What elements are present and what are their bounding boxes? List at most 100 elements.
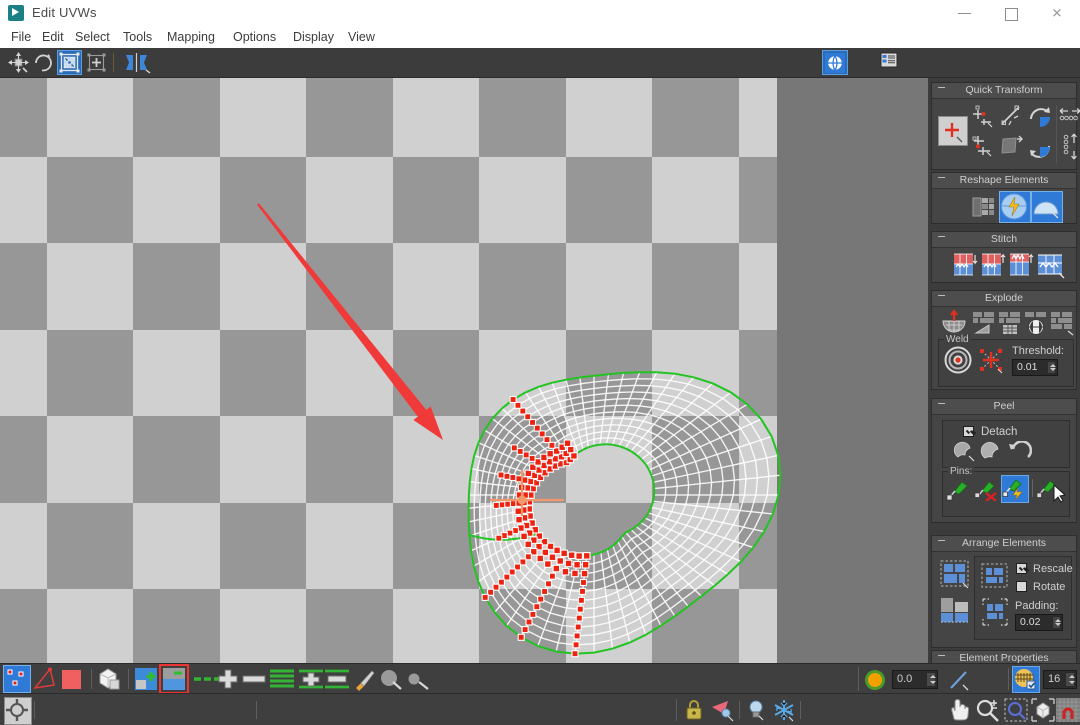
selected-vertex[interactable] — [529, 455, 535, 461]
explode-smoothing-button[interactable] — [1050, 310, 1076, 336]
rotate-ccw-button[interactable] — [1026, 103, 1054, 131]
shrink-selection-button[interactable] — [241, 674, 267, 684]
selected-vertex[interactable] — [582, 562, 589, 569]
falloff-curve-button[interactable] — [948, 668, 972, 692]
explode-poly-button[interactable] — [998, 310, 1022, 336]
soft-selection-color-swatch[interactable] — [864, 669, 886, 691]
selected-vertex[interactable] — [564, 440, 571, 447]
straighten-selection-button[interactable] — [998, 103, 1024, 129]
map-list-button[interactable] — [879, 50, 901, 75]
selected-vertex[interactable] — [576, 615, 582, 621]
pack-normalize-button[interactable] — [939, 558, 971, 590]
selected-vertex[interactable] — [574, 633, 580, 639]
move-to-pivot-button[interactable] — [938, 116, 968, 146]
ignore-backfacing-button[interactable] — [161, 666, 187, 692]
selected-vertex[interactable] — [574, 562, 581, 569]
selected-vertex[interactable] — [530, 611, 536, 617]
selected-vertex[interactable] — [576, 553, 583, 560]
stitch-target-button[interactable] — [980, 251, 1006, 279]
spinner-icon[interactable] — [1065, 672, 1075, 687]
face-subobject-button[interactable] — [59, 667, 84, 692]
padding-field[interactable]: 0.02 — [1015, 614, 1063, 631]
selected-vertex[interactable] — [525, 541, 532, 548]
mirror-tool-button[interactable] — [122, 50, 152, 75]
transform-gizmo[interactable] — [518, 496, 527, 505]
pin-tool-button[interactable] — [1037, 477, 1067, 503]
rotate-tool-button[interactable] — [31, 50, 56, 75]
target-weld-button[interactable] — [943, 345, 973, 375]
selected-vertex[interactable] — [520, 408, 526, 414]
grid-toggle-button[interactable] — [1013, 667, 1039, 692]
stitch-align-button[interactable] — [1008, 251, 1034, 279]
edge-subobject-button[interactable] — [32, 666, 58, 692]
pan-view-button[interactable] — [946, 697, 972, 723]
selected-vertex[interactable] — [521, 533, 528, 540]
selected-vertex[interactable] — [498, 472, 504, 478]
zoom-view-button[interactable] — [975, 697, 1001, 723]
select-element-button[interactable] — [133, 666, 159, 692]
relax-until-flat-button[interactable] — [998, 133, 1024, 159]
selected-vertex[interactable] — [544, 437, 550, 443]
spinner-icon[interactable] — [1052, 616, 1061, 629]
quick-peel-button[interactable] — [980, 441, 1004, 463]
pin-selected-button[interactable] — [946, 477, 970, 501]
peel-mode-button[interactable] — [954, 441, 978, 463]
loop-shrink-button[interactable] — [324, 668, 350, 690]
selected-vertex[interactable] — [584, 553, 591, 560]
selected-vertex[interactable] — [545, 561, 552, 568]
rollout-header-peel[interactable]: Peel — [932, 399, 1076, 415]
selected-vertex[interactable] — [538, 596, 544, 602]
selected-vertex[interactable] — [549, 573, 555, 579]
close-button[interactable]: ✕ — [1034, 0, 1080, 26]
flatten-button[interactable] — [970, 193, 998, 221]
spinner-icon[interactable] — [926, 672, 936, 687]
unhide-all-button[interactable] — [745, 698, 767, 722]
rollout-header-arrange-elements[interactable]: Arrange Elements — [932, 536, 1076, 552]
uv-mesh[interactable] — [0, 78, 928, 663]
freeform-mode-button[interactable] — [57, 50, 82, 75]
selected-vertex[interactable] — [547, 451, 554, 458]
auto-pin-button[interactable] — [1002, 476, 1028, 502]
quick-planar-map-button[interactable] — [1032, 192, 1062, 222]
selected-vertex[interactable] — [525, 414, 531, 420]
menu-mapping[interactable]: Mapping — [162, 28, 220, 46]
rollout-header-stitch[interactable]: Stitch — [932, 232, 1076, 248]
selected-vertex[interactable] — [561, 550, 568, 557]
selected-vertex[interactable] — [515, 508, 522, 515]
break-apart-button[interactable] — [939, 310, 969, 336]
selected-vertex[interactable] — [510, 397, 516, 403]
menu-select[interactable]: Select — [70, 28, 115, 46]
peel-detach-checkbox[interactable] — [963, 426, 974, 437]
hide-selected-button[interactable] — [710, 698, 738, 722]
menu-options[interactable]: Options — [228, 28, 281, 46]
selected-vertex[interactable] — [539, 431, 545, 437]
selected-vertex[interactable] — [496, 535, 502, 541]
relax-tool-button[interactable] — [1000, 192, 1030, 222]
selected-vertex[interactable] — [565, 560, 572, 567]
selected-vertex[interactable] — [493, 502, 499, 508]
freeze-selected-button[interactable] — [772, 698, 796, 722]
selected-vertex[interactable] — [511, 445, 517, 451]
selected-vertex[interactable] — [578, 597, 584, 603]
selected-vertex[interactable] — [523, 452, 529, 458]
pack-recursive-button[interactable] — [980, 596, 1010, 628]
vertex-subobject-button[interactable] — [4, 666, 30, 692]
rollout-header-reshape-elements[interactable]: Reshape Elements — [932, 173, 1076, 189]
menu-display[interactable]: Display — [288, 28, 339, 46]
loop-uv-button[interactable] — [269, 668, 295, 690]
pack-linear-button[interactable] — [980, 561, 1010, 591]
selected-vertex[interactable] — [482, 594, 488, 600]
selected-vertex[interactable] — [553, 565, 560, 572]
grow-selection-button[interactable] — [215, 668, 241, 690]
uv-canvas[interactable] — [0, 78, 928, 663]
grid-size-field[interactable]: 16 — [1043, 670, 1077, 689]
selected-vertex[interactable] — [516, 476, 522, 482]
uv-cube-toggle[interactable] — [822, 50, 848, 75]
brush-small-button[interactable] — [406, 667, 430, 691]
explode-angle-button[interactable] — [972, 310, 996, 336]
selected-vertex[interactable] — [562, 569, 569, 576]
selected-vertex[interactable] — [517, 448, 523, 454]
spinner-icon[interactable] — [1047, 361, 1056, 374]
selected-vertex[interactable] — [534, 425, 540, 431]
selected-vertex[interactable] — [557, 558, 564, 565]
